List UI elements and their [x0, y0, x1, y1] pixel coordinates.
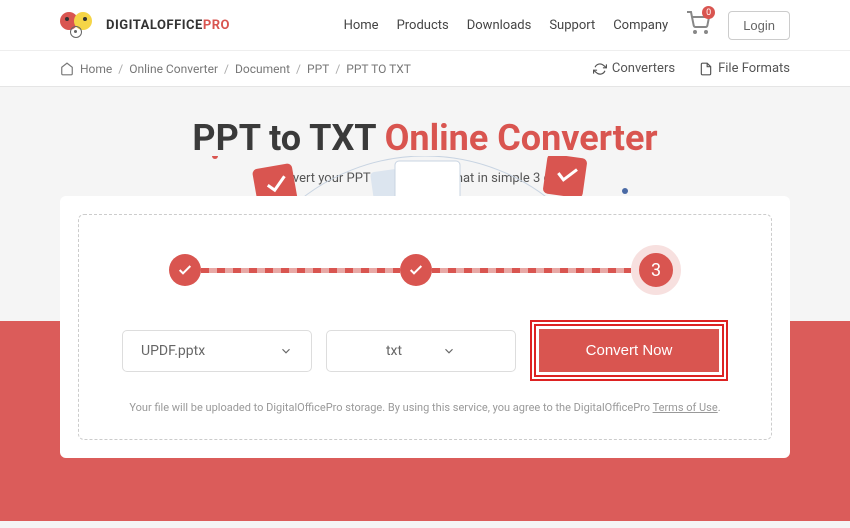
main-content: 3 UPDF.pptx txt Convert Now Your: [0, 196, 850, 458]
upload-zone: 3 UPDF.pptx txt Convert Now Your: [78, 214, 772, 440]
step-connector: [201, 268, 400, 273]
cart-badge: 0: [702, 6, 715, 19]
hero: PPT to TXT Online Converter Convert your…: [0, 87, 850, 196]
logo[interactable]: DIGITALOFFICEPRO: [60, 10, 230, 40]
breadcrumb-item[interactable]: PPT: [307, 62, 329, 76]
chevron-down-icon: [442, 344, 456, 358]
nav-products[interactable]: Products: [397, 18, 449, 33]
nav-support[interactable]: Support: [549, 18, 595, 33]
converter-card: 3 UPDF.pptx txt Convert Now Your: [60, 196, 790, 458]
convert-highlight: Convert Now: [530, 320, 728, 381]
breadcrumb-item[interactable]: Online Converter: [129, 62, 218, 76]
breadcrumb: Home / Online Converter / Document / PPT…: [60, 62, 411, 76]
logo-text: DIGITALOFFICEPRO: [106, 18, 230, 33]
cart-button[interactable]: 0: [686, 11, 710, 39]
file-icon: [699, 62, 713, 76]
breadcrumb-home[interactable]: Home: [80, 62, 112, 76]
refresh-icon: [593, 62, 607, 76]
subheader: Home / Online Converter / Document / PPT…: [0, 51, 850, 87]
login-button[interactable]: Login: [728, 11, 790, 40]
file-select-value: UPDF.pptx: [141, 343, 205, 359]
formats-label: File Formats: [718, 61, 790, 76]
converters-label: Converters: [612, 61, 675, 76]
format-select[interactable]: txt: [326, 330, 516, 372]
format-select-value: txt: [386, 343, 402, 359]
file-formats-link[interactable]: File Formats: [699, 61, 790, 76]
nav-downloads[interactable]: Downloads: [467, 18, 532, 33]
terms-link[interactable]: Terms of Use: [653, 401, 718, 414]
step-connector: [432, 268, 631, 273]
step-indicator: 3: [109, 235, 741, 320]
nav-home[interactable]: Home: [344, 18, 379, 33]
step-3-active: 3: [631, 245, 681, 295]
step-1-done: [169, 254, 201, 286]
logo-icon: [60, 10, 100, 40]
nav-company[interactable]: Company: [613, 18, 668, 33]
step-2-done: [400, 254, 432, 286]
main-nav: Home Products Downloads Support Company …: [344, 11, 790, 40]
breadcrumb-item[interactable]: Document: [235, 62, 290, 76]
breadcrumb-current: PPT TO TXT: [346, 62, 411, 76]
page-title: PPT to TXT Online Converter: [0, 117, 850, 159]
check-icon: [177, 262, 193, 278]
toolbar-links: Converters File Formats: [593, 61, 790, 76]
chevron-down-icon: [279, 344, 293, 358]
check-icon: [408, 262, 424, 278]
disclaimer: Your file will be uploaded to DigitalOff…: [109, 401, 741, 414]
converters-link[interactable]: Converters: [593, 61, 675, 76]
controls-row: UPDF.pptx txt Convert Now: [109, 320, 741, 381]
home-icon: [60, 62, 74, 76]
header: DIGITALOFFICEPRO Home Products Downloads…: [0, 0, 850, 51]
convert-button[interactable]: Convert Now: [539, 329, 719, 372]
file-select[interactable]: UPDF.pptx: [122, 330, 312, 372]
